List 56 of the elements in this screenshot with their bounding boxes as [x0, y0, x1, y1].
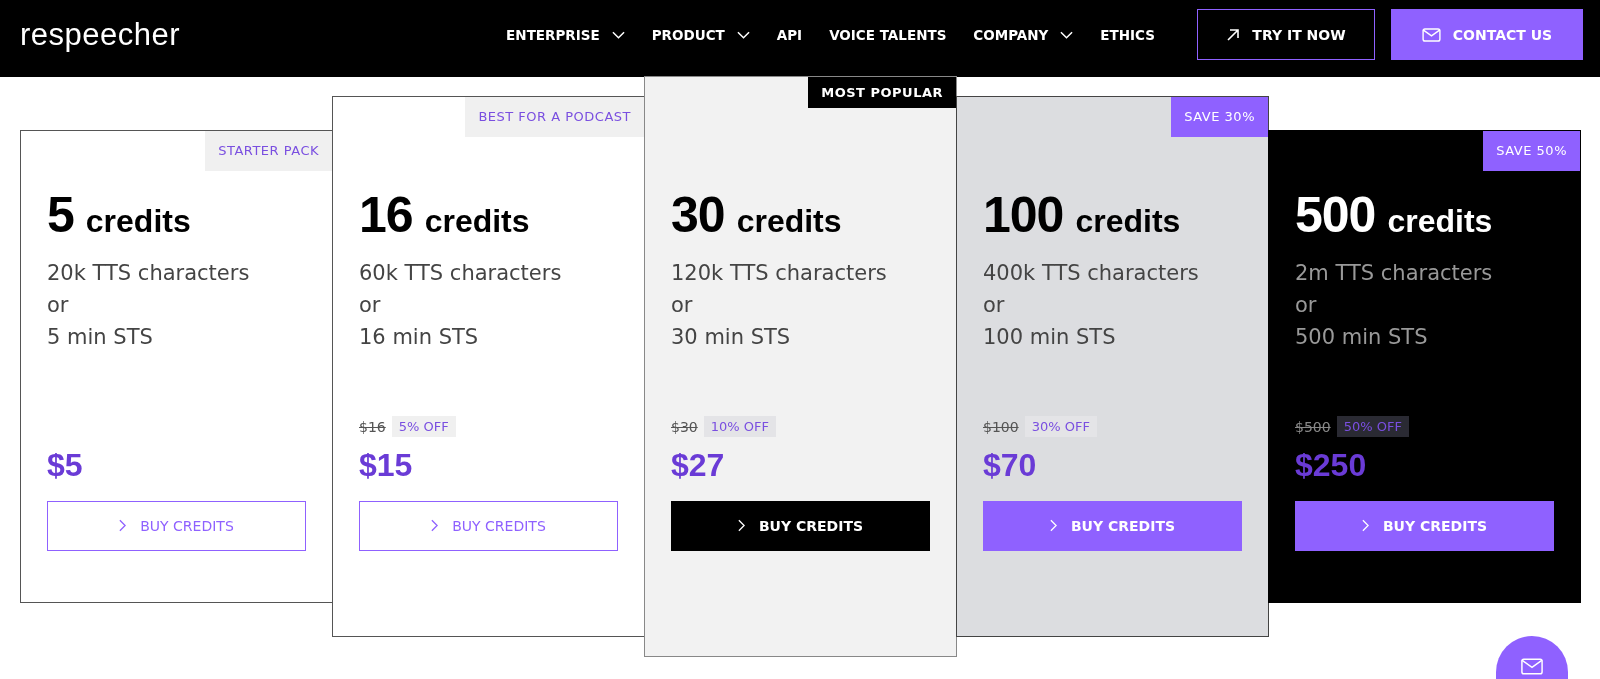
nav-link[interactable]: PRODUCT	[651, 26, 750, 43]
nav-link[interactable]: ENTERPRISE	[506, 26, 625, 43]
chevron-right-icon	[1361, 519, 1369, 532]
credit-amount: 500	[1295, 185, 1376, 244]
credit-unit: credits	[1387, 202, 1493, 240]
chat-button[interactable]	[1496, 636, 1568, 679]
buy-credits-button[interactable]: BUY CREDITS	[983, 500, 1242, 551]
credit-amount: 5	[47, 185, 74, 244]
credit-amount: 16	[359, 185, 413, 244]
credit-unit: credits	[1075, 202, 1181, 240]
old-price: $500	[1295, 418, 1331, 435]
nav-link[interactable]: ETHICS	[1100, 26, 1155, 43]
chevron-right-icon	[1049, 519, 1057, 532]
credit-unit: credits	[736, 202, 842, 240]
plan-description: 120k TTS characters or 30 min STS	[671, 259, 888, 351]
price: $15	[359, 445, 414, 485]
credit-amount: 30	[671, 185, 725, 244]
chevron-right-icon	[737, 519, 745, 532]
chevron-right-icon	[431, 519, 439, 532]
old-price: $100	[983, 418, 1019, 435]
discount-badge: 10% OFF	[703, 416, 776, 437]
chevron-right-icon	[119, 519, 127, 532]
plan-tag: MOST POPULAR	[808, 76, 956, 108]
logo[interactable]: respeecher	[20, 16, 181, 53]
contact-button[interactable]: CONTACT US	[1391, 9, 1583, 60]
plan-description: 20k TTS characters or 5 min STS	[47, 259, 251, 351]
old-price: $30	[671, 418, 698, 435]
credit-amount: 100	[983, 185, 1064, 244]
buy-credits-button[interactable]: BUY CREDITS	[1295, 500, 1554, 551]
plan-tag: SAVE 30%	[1171, 96, 1268, 137]
price: $27	[671, 445, 726, 485]
nav-link[interactable]: API	[776, 26, 803, 43]
envelope-icon	[1521, 658, 1543, 675]
credit-unit: credits	[424, 202, 530, 240]
discount-badge: 50% OFF	[1336, 416, 1409, 437]
buy-credits-button[interactable]: BUY CREDITS	[47, 500, 306, 551]
discount-badge: 30% OFF	[1024, 416, 1097, 437]
price: $70	[983, 445, 1038, 485]
plan-description: 400k TTS characters or 100 min STS	[983, 259, 1200, 351]
nav-link[interactable]: COMPANY	[973, 26, 1074, 43]
plan-tag: BEST FOR A PODCAST	[465, 96, 644, 137]
old-price: $16	[359, 418, 386, 435]
credit-unit: credits	[85, 202, 191, 240]
plan-description: 60k TTS characters or 16 min STS	[359, 259, 563, 351]
plan-description: 2m TTS characters or 500 min STS	[1295, 259, 1494, 351]
try-button[interactable]: TRY IT NOW	[1197, 9, 1375, 60]
buy-credits-button[interactable]: BUY CREDITS	[359, 500, 618, 551]
plan-tag: STARTER PACK	[205, 130, 332, 171]
buy-credits-button[interactable]: BUY CREDITS	[671, 500, 930, 551]
envelope-icon	[1421, 27, 1441, 42]
price: $5	[47, 445, 84, 485]
plan-tag: SAVE 50%	[1483, 130, 1580, 171]
arrow-up-right-icon	[1226, 27, 1241, 42]
discount-badge: 5% OFF	[391, 416, 456, 437]
price: $250	[1295, 445, 1368, 485]
nav-link[interactable]: VOICE TALENTS	[829, 26, 947, 43]
